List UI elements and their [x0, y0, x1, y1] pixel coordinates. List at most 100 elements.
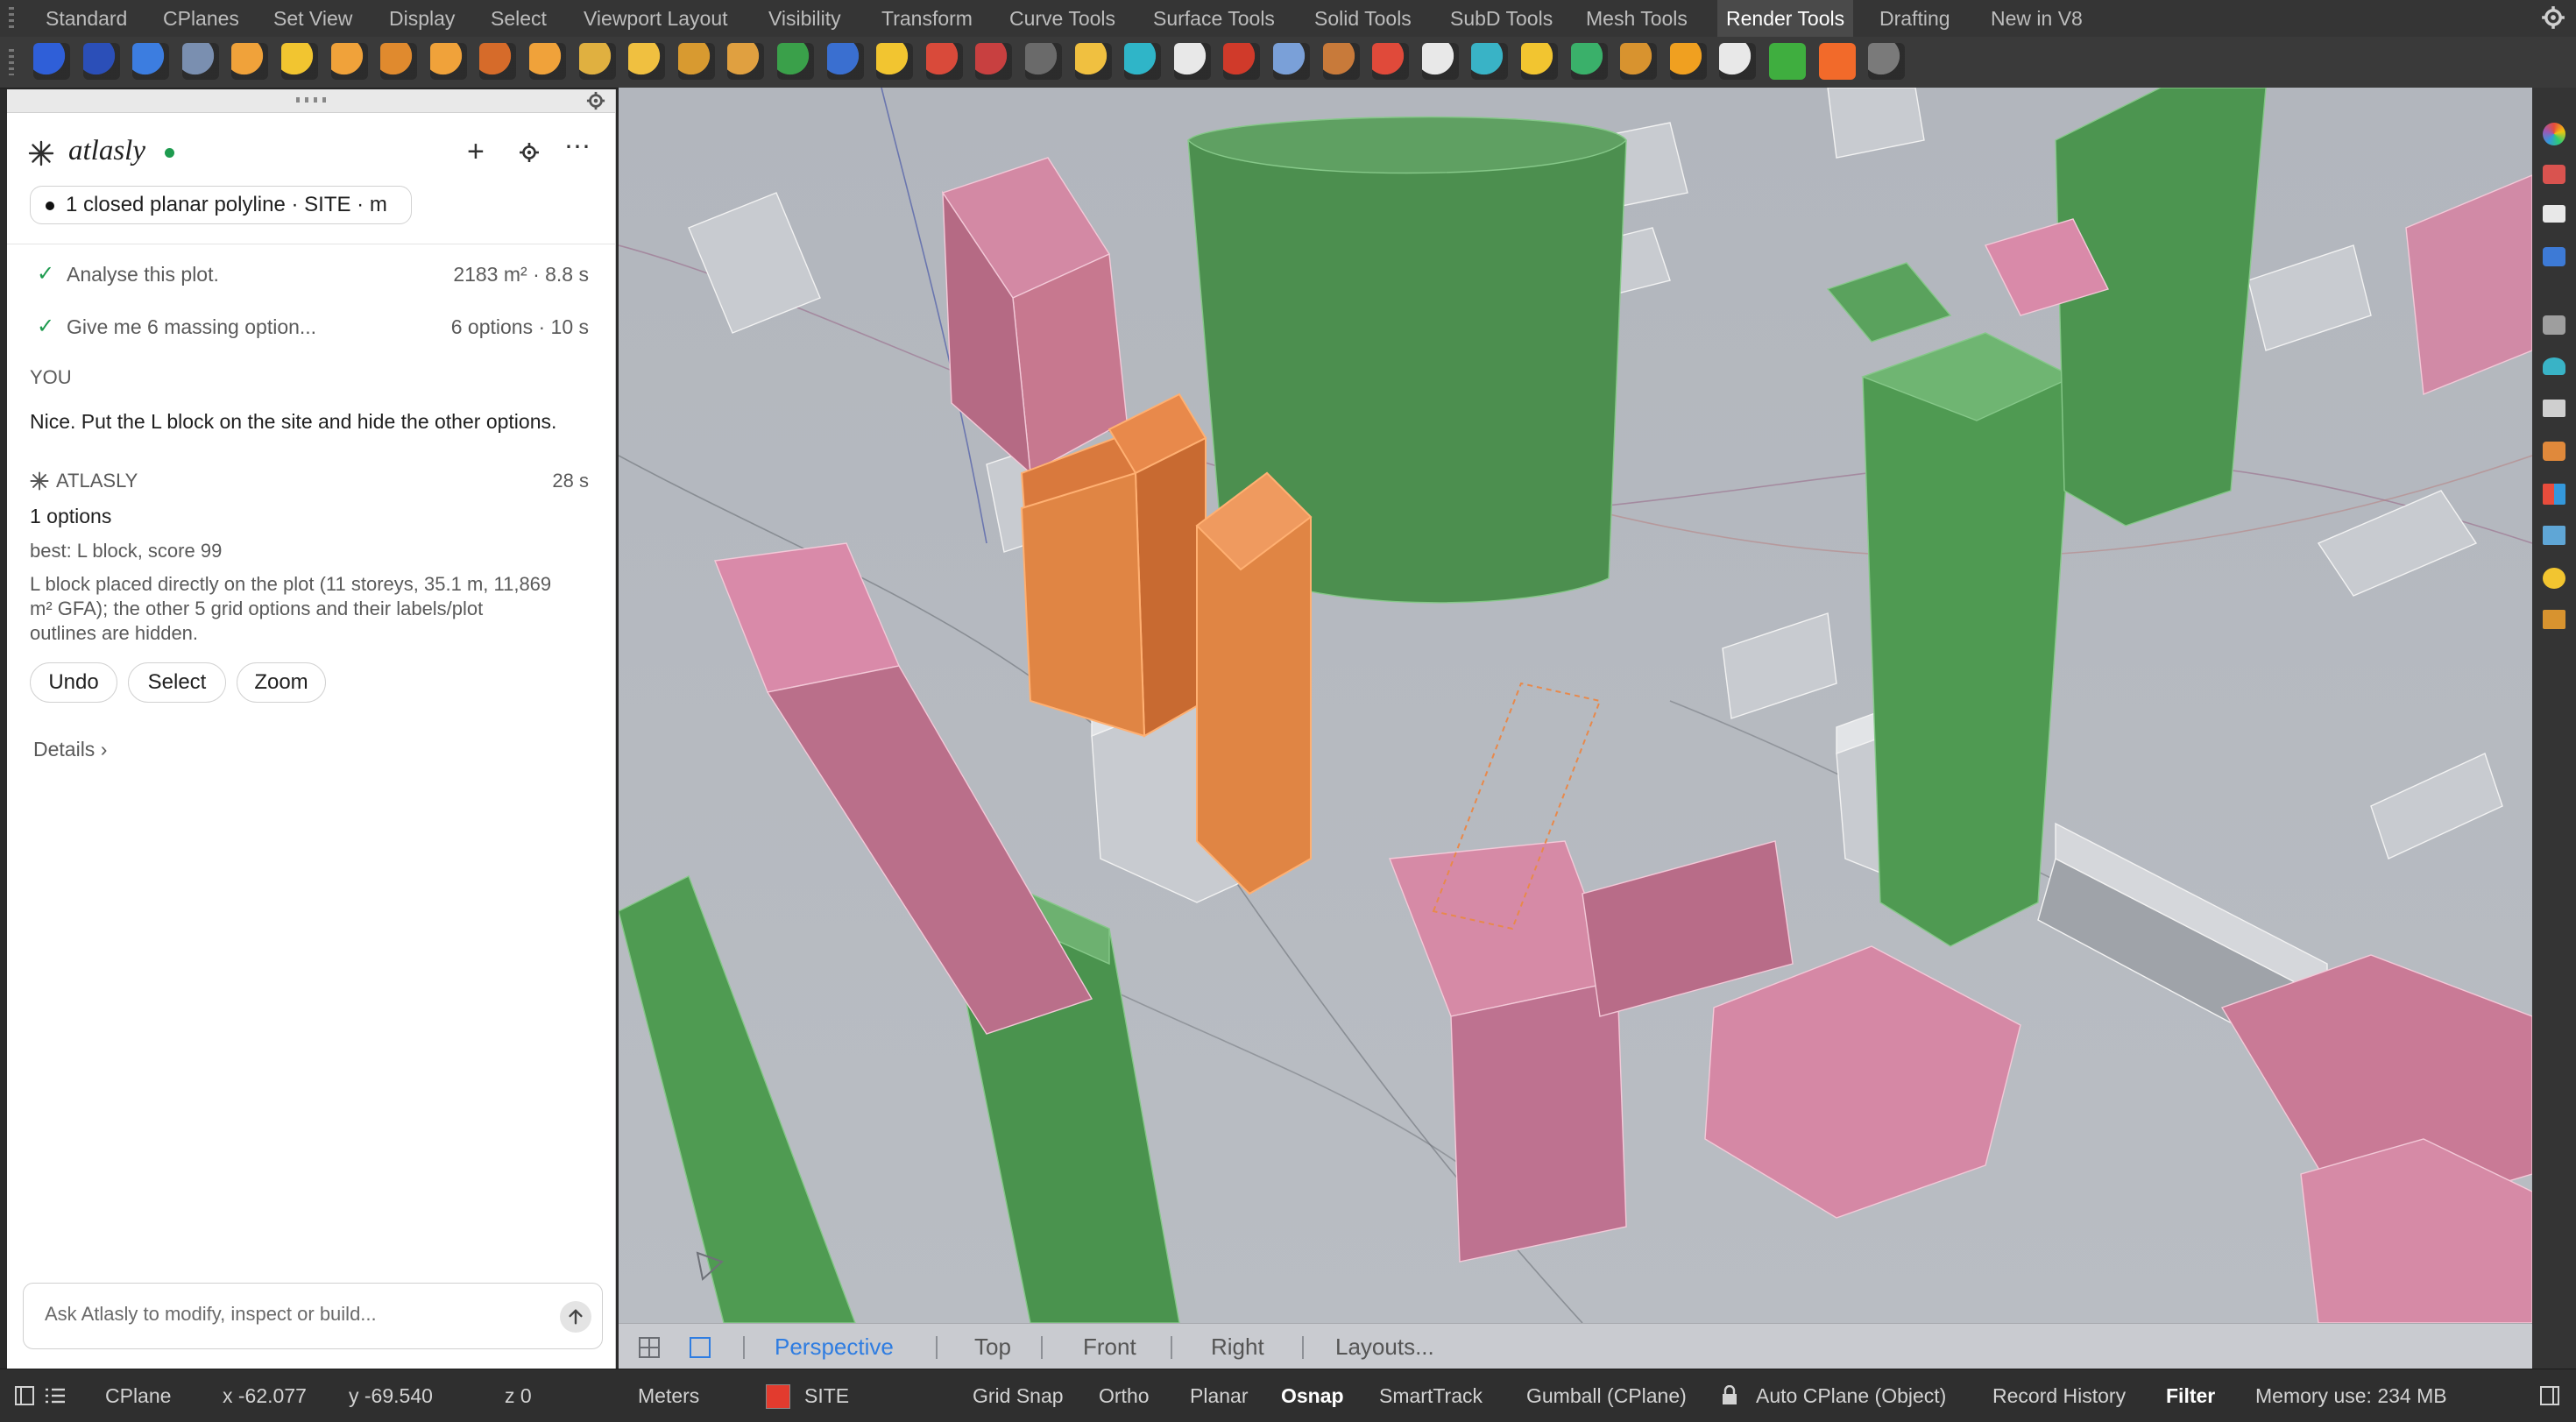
drag-handle[interactable] [9, 7, 14, 30]
light-icon[interactable] [727, 43, 765, 80]
texture-icon[interactable] [1074, 43, 1112, 80]
material-icon[interactable] [826, 43, 864, 80]
selection-context-pill[interactable]: 1 closed planar polyline · SITE · m [30, 186, 412, 224]
lock-icon[interactable] [1721, 1385, 1738, 1406]
environment-icon[interactable] [2543, 357, 2565, 375]
render-icon[interactable] [132, 43, 170, 80]
sun-icon[interactable] [1521, 43, 1558, 80]
units-label[interactable]: Meters [638, 1369, 699, 1422]
tab-solid-tools[interactable]: Solid Tools [1314, 0, 1412, 37]
perspective-viewport[interactable] [619, 88, 2532, 1323]
light-icon[interactable] [281, 43, 318, 80]
tab-mesh-tools[interactable]: Mesh Tools [1586, 0, 1688, 37]
tab-cplanes[interactable]: CPlanes [163, 0, 239, 37]
light-icon[interactable] [330, 43, 368, 80]
tab-transform[interactable]: Transform [881, 0, 973, 37]
material-icon[interactable] [925, 43, 963, 80]
more-options-icon[interactable]: ⋯ [564, 131, 591, 162]
tab-layouts[interactable]: Layouts... [1335, 1324, 1434, 1369]
material-icon[interactable] [1322, 43, 1360, 80]
environment-icon[interactable] [1273, 43, 1310, 80]
environment-icon[interactable] [1471, 43, 1509, 80]
osnap-toggle[interactable]: Osnap [1281, 1369, 1344, 1422]
grid-snap-toggle[interactable]: Grid Snap [973, 1369, 1064, 1422]
history-item-label[interactable]: Analyse this plot. [67, 263, 219, 287]
ground-icon[interactable] [1620, 43, 1658, 80]
texture-icon[interactable] [1421, 43, 1459, 80]
layer-color-swatch[interactable] [766, 1384, 790, 1409]
filter-toggle[interactable]: Filter [2166, 1369, 2215, 1422]
sphere-icon[interactable] [82, 43, 120, 80]
light-icon[interactable] [628, 43, 666, 80]
sun-icon[interactable] [2543, 568, 2565, 589]
smarttrack-toggle[interactable]: SmartTrack [1379, 1369, 1483, 1422]
light-icon[interactable] [380, 43, 418, 80]
panel-gear-icon[interactable] [585, 91, 606, 110]
settings-gear-icon[interactable] [519, 142, 540, 163]
list-icon[interactable] [44, 1385, 67, 1406]
light-icon[interactable] [529, 43, 566, 80]
light-icon[interactable] [231, 43, 269, 80]
gumball-toggle[interactable]: Gumball (CPlane) [1526, 1369, 1687, 1422]
texture-icon[interactable] [1025, 43, 1062, 80]
tab-viewport-layout[interactable]: Viewport Layout [584, 0, 728, 37]
render-window-icon[interactable] [2543, 400, 2565, 417]
tab-display[interactable]: Display [389, 0, 455, 37]
warning-icon[interactable] [876, 43, 914, 80]
tab-subd-tools[interactable]: SubD Tools [1450, 0, 1553, 37]
environment-icon[interactable] [1223, 43, 1261, 80]
record-history-toggle[interactable]: Record History [1992, 1369, 2126, 1422]
tab-top[interactable]: Top [974, 1324, 1011, 1369]
undo-button[interactable]: Undo [30, 662, 117, 703]
render-icon[interactable] [181, 43, 219, 80]
details-link[interactable]: Details › [33, 738, 107, 761]
color-wheel-icon[interactable] [2543, 123, 2565, 145]
select-button[interactable]: Select [128, 662, 226, 703]
send-button[interactable] [560, 1301, 591, 1333]
environment-icon[interactable] [1173, 43, 1211, 80]
zoom-button[interactable]: Zoom [237, 662, 326, 703]
tab-set-view[interactable]: Set View [273, 0, 352, 37]
light-icon[interactable] [2543, 442, 2565, 461]
render-icon[interactable] [1769, 43, 1806, 80]
material-icon[interactable] [2543, 165, 2565, 184]
light-icon[interactable] [578, 43, 616, 80]
render-icon[interactable] [1818, 43, 1856, 80]
tab-perspective[interactable]: Perspective [775, 1324, 894, 1369]
material-icon[interactable] [777, 43, 814, 80]
image-icon[interactable] [2543, 526, 2565, 545]
grid-layout-icon[interactable] [638, 1336, 661, 1359]
planar-toggle[interactable]: Planar [1190, 1369, 1248, 1422]
tab-front[interactable]: Front [1083, 1324, 1136, 1369]
tab-right[interactable]: Right [1211, 1324, 1264, 1369]
tab-curve-tools[interactable]: Curve Tools [1009, 0, 1115, 37]
gear-icon[interactable] [2541, 5, 2565, 30]
tab-surface-tools[interactable]: Surface Tools [1153, 0, 1275, 37]
cplane-label[interactable]: CPlane [105, 1369, 171, 1422]
tab-select[interactable]: Select [491, 0, 547, 37]
sun-icon[interactable] [1669, 43, 1707, 80]
texture-icon[interactable] [2543, 484, 2565, 505]
light-icon[interactable] [479, 43, 517, 80]
decal-icon[interactable] [1372, 43, 1410, 80]
panel-grip[interactable] [296, 97, 329, 103]
light-icon[interactable] [429, 43, 467, 80]
new-chat-button[interactable]: + [467, 135, 485, 169]
environment-icon[interactable] [1124, 43, 1162, 80]
single-view-icon[interactable] [689, 1336, 711, 1359]
sidebar-toggle-icon[interactable] [14, 1385, 35, 1406]
settings-icon[interactable] [1868, 43, 1906, 80]
tab-drafting[interactable]: Drafting [1879, 0, 1950, 37]
camera-icon[interactable] [2543, 315, 2565, 335]
auto-cplane-toggle[interactable]: Auto CPlane (Object) [1756, 1369, 1946, 1422]
tab-new-in-v8[interactable]: New in V8 [1991, 0, 2083, 37]
sphere-icon[interactable] [33, 43, 70, 80]
material-icon[interactable] [975, 43, 1013, 80]
ground-icon[interactable] [2543, 610, 2565, 629]
layer-label[interactable]: SITE [804, 1369, 849, 1422]
tab-visibility[interactable]: Visibility [768, 0, 841, 37]
chat-input-box[interactable]: Ask Atlasly to modify, inspect or build.… [23, 1283, 603, 1349]
tab-render-tools[interactable]: Render Tools [1717, 0, 1854, 37]
panel-toggle-icon[interactable] [2539, 1385, 2560, 1406]
ortho-toggle[interactable]: Ortho [1099, 1369, 1150, 1422]
